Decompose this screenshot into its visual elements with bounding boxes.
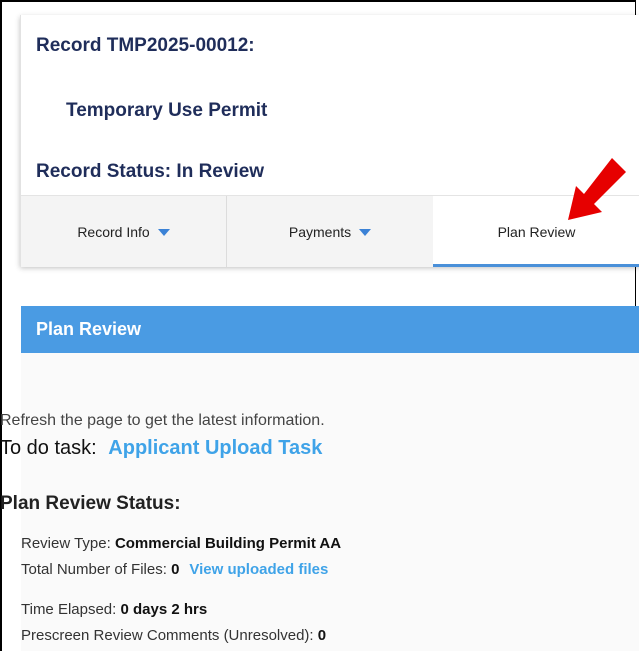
refresh-note: Refresh the page to get the latest infor… xyxy=(0,412,325,429)
view-uploaded-files-link[interactable]: View uploaded files xyxy=(189,561,328,578)
total-files-value: 0 xyxy=(171,561,180,578)
review-type-line: Review Type: Commercial Building Permit … xyxy=(21,535,341,552)
prescreen-comments-label: Prescreen Review Comments (Unresolved): xyxy=(21,627,318,644)
section-title: Plan Review xyxy=(36,319,142,339)
todo-label: To do task: xyxy=(0,437,97,459)
time-elapsed-label: Time Elapsed: xyxy=(21,601,121,618)
total-files-line: Total Number of Files: 0 View uploaded fi… xyxy=(21,561,328,578)
tab-record-info[interactable]: Record Info xyxy=(21,196,227,267)
red-arrow-icon xyxy=(568,158,626,220)
prescreen-comments-line: Prescreen Review Comments (Unresolved): … xyxy=(21,627,326,644)
tab-payments[interactable]: Payments xyxy=(227,196,433,267)
record-tabs: Record Info Payments Plan Review xyxy=(21,195,639,267)
record-header: Record TMP2025-00012: Temporary Use Perm… xyxy=(20,15,639,267)
review-type-value: Commercial Building Permit AA xyxy=(114,535,342,552)
todo-task: To do task: Applicant Upload Task xyxy=(0,437,322,460)
tab-record-info-label: Record Info xyxy=(77,223,150,240)
total-files-label: Total Number of Files: xyxy=(21,561,172,578)
prescreen-comments-value: 0 xyxy=(317,627,327,644)
caret-down-icon xyxy=(157,229,170,236)
time-elapsed-value: 0 days 2 hrs xyxy=(120,601,208,618)
record-type: Temporary Use Permit xyxy=(66,100,268,121)
plan-review-section-header: Plan Review xyxy=(21,306,639,353)
plan-review-status-heading: Plan Review Status: xyxy=(0,493,181,514)
record-id: Record TMP2025-00012: xyxy=(36,35,255,56)
caret-down-icon xyxy=(359,229,372,236)
time-elapsed-line: Time Elapsed: 0 days 2 hrs xyxy=(21,601,207,618)
record-status: Record Status: In Review xyxy=(36,161,265,182)
tab-payments-label: Payments xyxy=(288,223,352,240)
review-type-label: Review Type: xyxy=(21,535,115,552)
applicant-upload-task-link[interactable]: Applicant Upload Task xyxy=(108,437,322,459)
